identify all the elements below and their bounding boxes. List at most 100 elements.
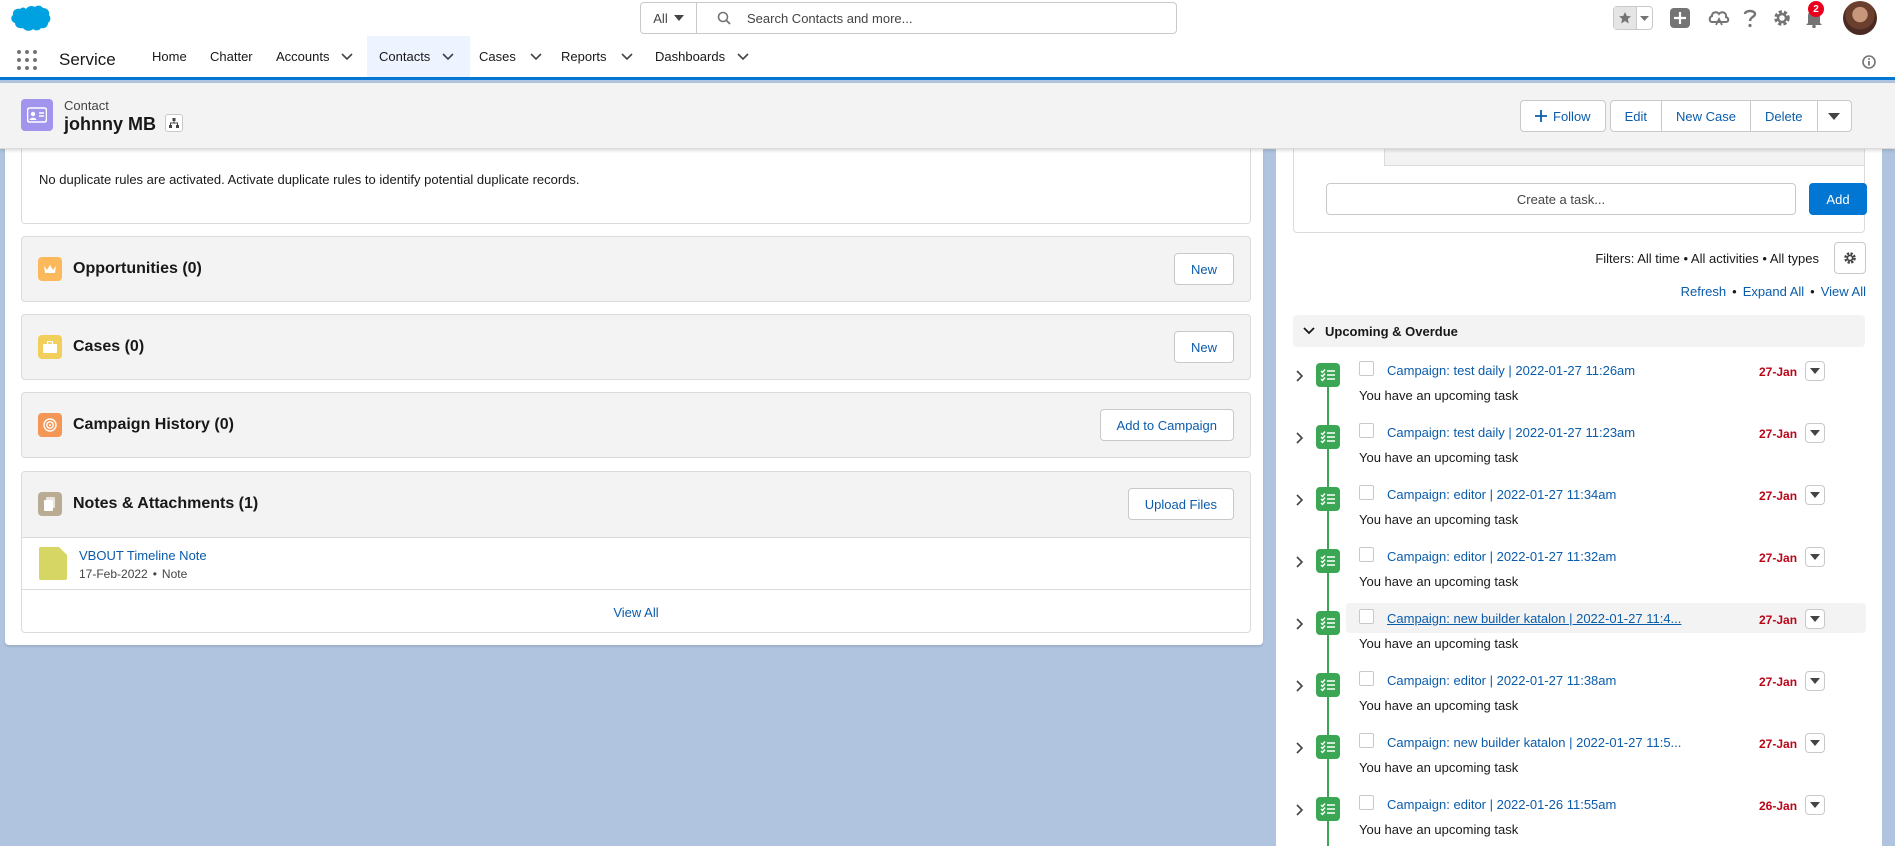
expand-chevron-icon[interactable] [1293, 555, 1307, 569]
nav-item-chatter[interactable]: Chatter [210, 36, 253, 77]
opportunities-title[interactable]: Opportunities (0) [73, 260, 202, 278]
activity-panel: Add Filters: All time • All activities •… [1276, 149, 1882, 846]
nav-item-accounts[interactable]: Accounts [276, 36, 354, 77]
expand-chevron-icon[interactable] [1293, 803, 1307, 817]
new-case-related-button[interactable]: New [1173, 331, 1234, 363]
chevron-down-icon[interactable] [341, 52, 354, 61]
follow-button[interactable]: Follow [1520, 100, 1606, 132]
help-icon[interactable] [1739, 7, 1761, 29]
activity-filters-text: Filters: All time • All activities • All… [1595, 251, 1819, 266]
filter-settings-gear-icon[interactable] [1834, 242, 1866, 274]
task-title-link[interactable]: Campaign: test daily | 2022-01-27 11:26a… [1387, 363, 1635, 378]
new-opportunity-button[interactable]: New [1173, 253, 1234, 285]
task-due-date: 26-Jan [1759, 799, 1798, 813]
nav-item-contacts[interactable]: Contacts [367, 36, 470, 80]
task-checkbox[interactable] [1359, 671, 1374, 686]
nav-item-dashboards[interactable]: Dashboards [655, 36, 749, 77]
activity-tab-strip [1384, 149, 1864, 166]
notes-attachments-title[interactable]: Notes & Attachments (1) [73, 495, 258, 513]
task-icon [1316, 735, 1340, 759]
campaign-history-title[interactable]: Campaign History (0) [73, 416, 234, 434]
expand-chevron-icon[interactable] [1293, 617, 1307, 631]
search-input[interactable] [697, 3, 1176, 33]
chevron-down-icon[interactable] [737, 52, 749, 61]
favorites-list-icon[interactable] [1637, 7, 1652, 29]
upcoming-overdue-title: Upcoming & Overdue [1325, 323, 1458, 339]
notes-view-all-link[interactable]: View All [22, 590, 1250, 632]
expand-chevron-icon[interactable] [1293, 431, 1307, 445]
task-checkbox[interactable] [1359, 547, 1374, 562]
upload-files-button[interactable]: Upload Files [1127, 488, 1234, 520]
view-all-link[interactable]: View All [1821, 284, 1866, 299]
task-menu-button[interactable] [1805, 423, 1825, 443]
task-menu-button[interactable] [1805, 547, 1825, 567]
meta-separator: • [152, 567, 157, 581]
task-menu-button[interactable] [1805, 671, 1825, 691]
nav-item-reports[interactable]: Reports [561, 36, 633, 77]
expand-chevron-icon[interactable] [1293, 741, 1307, 755]
nav-item-cases[interactable]: Cases [479, 36, 542, 77]
task-menu-button[interactable] [1805, 485, 1825, 505]
add-task-button[interactable]: Add [1809, 183, 1867, 215]
refresh-link[interactable]: Refresh [1681, 284, 1727, 299]
task-checkbox[interactable] [1359, 795, 1374, 810]
expand-chevron-icon[interactable] [1293, 493, 1307, 507]
task-title-link[interactable]: Campaign: editor | 2022-01-27 11:32am [1387, 549, 1616, 564]
notes-attachments-header: Notes & Attachments (1) Upload Files [22, 472, 1250, 538]
more-actions-button[interactable] [1817, 100, 1852, 132]
new-case-button[interactable]: New Case [1661, 100, 1751, 132]
delete-button[interactable]: Delete [1750, 100, 1818, 132]
user-avatar[interactable] [1843, 1, 1877, 35]
setup-gear-icon[interactable] [1771, 7, 1793, 29]
briefcase-icon [38, 335, 62, 359]
task-menu-button[interactable] [1805, 609, 1825, 629]
chevron-down-icon[interactable] [442, 52, 454, 61]
expand-chevron-icon[interactable] [1293, 369, 1307, 383]
activity-composer: Add [1293, 149, 1867, 233]
add-to-campaign-button[interactable]: Add to Campaign [1099, 409, 1234, 441]
task-menu-button[interactable] [1805, 795, 1825, 815]
search-icon [717, 11, 731, 25]
expand-all-link[interactable]: Expand All [1743, 284, 1804, 299]
contact-icon [21, 99, 53, 131]
info-icon[interactable] [1862, 55, 1876, 69]
app-launcher-icon[interactable] [17, 50, 37, 70]
note-title-link[interactable]: VBOUT Timeline Note [79, 548, 207, 563]
activity-links: Refresh • Expand All • View All [1681, 284, 1866, 299]
task-checkbox[interactable] [1359, 733, 1374, 748]
task-checkbox[interactable] [1359, 423, 1374, 438]
notes-attachments-related-list: Notes & Attachments (1) Upload Files VBO… [21, 471, 1251, 633]
expand-chevron-icon[interactable] [1293, 679, 1307, 693]
task-title-link[interactable]: Campaign: editor | 2022-01-27 11:34am [1387, 487, 1616, 502]
edit-button[interactable]: Edit [1609, 100, 1662, 132]
upcoming-overdue-section-header[interactable]: Upcoming & Overdue [1293, 315, 1865, 347]
task-checkbox[interactable] [1359, 609, 1374, 624]
favorite-star-icon[interactable] [1614, 7, 1638, 29]
task-menu-button[interactable] [1805, 733, 1825, 753]
task-title-link[interactable]: Campaign: editor | 2022-01-26 11:55am [1387, 797, 1616, 812]
attachment-icon [38, 492, 62, 516]
global-actions-icon[interactable] [1669, 7, 1691, 29]
search-scope-select[interactable]: All [641, 3, 697, 33]
hierarchy-icon[interactable] [165, 114, 183, 132]
task-row: Campaign: test daily | 2022-01-27 11:23a… [1293, 423, 1865, 487]
task-icon [1316, 797, 1340, 821]
task-icon [1316, 611, 1340, 635]
create-task-input[interactable] [1326, 183, 1796, 215]
salesforce-logo[interactable] [8, 4, 52, 34]
caret-down-icon [1810, 492, 1820, 498]
task-menu-button[interactable] [1805, 361, 1825, 381]
trailhead-icon[interactable] [1708, 7, 1730, 29]
chevron-down-icon[interactable] [530, 52, 542, 61]
task-title-link[interactable]: Campaign: new builder katalon | 2022-01-… [1387, 611, 1681, 626]
nav-item-label: Cases [479, 49, 516, 64]
nav-item-home[interactable]: Home [152, 36, 187, 77]
task-checkbox[interactable] [1359, 485, 1374, 500]
nav-item-label: Reports [561, 49, 607, 64]
cases-title[interactable]: Cases (0) [73, 338, 144, 356]
task-title-link[interactable]: Campaign: new builder katalon | 2022-01-… [1387, 735, 1681, 750]
chevron-down-icon[interactable] [620, 52, 633, 61]
task-title-link[interactable]: Campaign: test daily | 2022-01-27 11:23a… [1387, 425, 1635, 440]
task-title-link[interactable]: Campaign: editor | 2022-01-27 11:38am [1387, 673, 1616, 688]
task-checkbox[interactable] [1359, 361, 1374, 376]
